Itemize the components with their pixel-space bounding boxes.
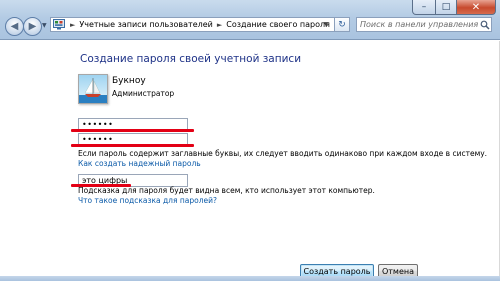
annotation-underline bbox=[71, 129, 194, 132]
back-arrow-icon: ◀ bbox=[10, 20, 19, 32]
window-chrome: – □ ✕ ◀ ▶ ▼ ► Учетные записи пользовател… bbox=[0, 0, 500, 40]
close-button[interactable]: ✕ bbox=[457, 0, 496, 15]
forward-button[interactable]: ▶ bbox=[23, 17, 42, 36]
user-name: Букноу bbox=[112, 76, 146, 86]
user-role: Администратор bbox=[112, 89, 175, 98]
main-content: Создание пароля своей учетной записи Бук… bbox=[0, 41, 500, 281]
maximize-button[interactable]: □ bbox=[436, 0, 457, 15]
create-password-label: Создать пароль bbox=[303, 266, 371, 276]
case-sensitivity-note: Если пароль содержит заглавные буквы, их… bbox=[78, 149, 488, 158]
new-password-value: •••••• bbox=[82, 120, 114, 129]
breadcrumb-create-password[interactable]: Создание своего пароля bbox=[226, 20, 330, 29]
cancel-label: Отмена bbox=[381, 266, 415, 276]
recent-pages-dropdown[interactable]: ▼ bbox=[42, 22, 47, 29]
control-panel-window: – □ ✕ ◀ ▶ ▼ ► Учетные записи пользовател… bbox=[0, 0, 500, 281]
what-is-hint-link[interactable]: Что такое подсказка для паролей? bbox=[78, 196, 217, 205]
breadcrumb-separator[interactable]: ► bbox=[70, 21, 75, 29]
back-button[interactable]: ◀ bbox=[5, 17, 24, 36]
confirm-password-value: •••••• bbox=[82, 135, 114, 144]
address-bar[interactable]: ► Учетные записи пользователей ► Создани… bbox=[50, 17, 350, 32]
strong-password-link[interactable]: Как создать надежный пароль bbox=[78, 159, 201, 168]
sailboat-icon bbox=[79, 75, 107, 103]
search-icon[interactable] bbox=[479, 19, 491, 31]
minimize-button[interactable]: – bbox=[412, 0, 436, 15]
refresh-button[interactable]: ↻ bbox=[334, 17, 350, 32]
window-controls: – □ ✕ bbox=[412, 0, 496, 15]
breadcrumb-separator[interactable]: ► bbox=[217, 21, 222, 29]
forward-arrow-icon: ▶ bbox=[28, 20, 37, 32]
refresh-icon: ↻ bbox=[338, 19, 346, 30]
avatar bbox=[78, 74, 108, 104]
breadcrumb-user-accounts[interactable]: Учетные записи пользователей bbox=[79, 20, 212, 29]
address-history-dropdown[interactable]: ▼ bbox=[320, 18, 332, 31]
annotation-underline bbox=[71, 144, 194, 147]
control-panel-icon bbox=[52, 18, 66, 31]
page-title: Создание пароля своей учетной записи bbox=[80, 53, 302, 65]
window-bottom-border bbox=[0, 276, 500, 281]
hint-visibility-note: Подсказка для пароля будет видна всем, к… bbox=[78, 186, 375, 195]
search-placeholder: Поиск в панели управления bbox=[360, 20, 479, 29]
search-input[interactable]: Поиск в панели управления bbox=[356, 17, 492, 32]
